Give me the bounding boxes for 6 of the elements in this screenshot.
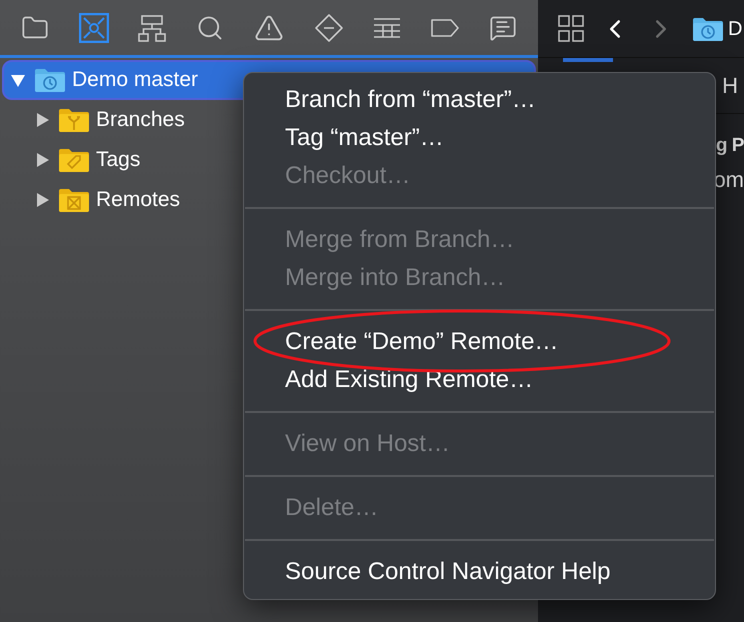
tree-label: Tags — [96, 147, 140, 174]
editor-text: H — [722, 72, 738, 100]
tree-label: Branches — [96, 107, 185, 134]
tree-label: Remotes — [96, 187, 180, 214]
heading-text: g P — [716, 134, 744, 158]
tree-label: Demo master — [72, 67, 198, 94]
